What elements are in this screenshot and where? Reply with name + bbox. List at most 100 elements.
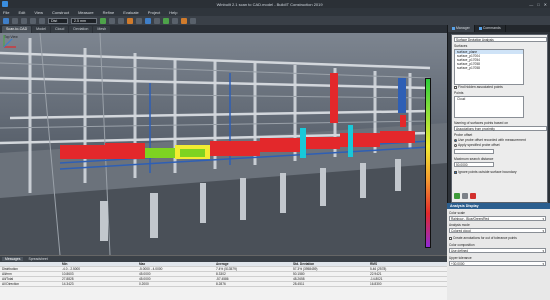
tab-cloud[interactable]: Cloud bbox=[50, 26, 69, 33]
deviation-color-scale bbox=[425, 78, 431, 248]
upper-tolerance-label: Upper tolerance bbox=[449, 256, 472, 260]
maximize-icon[interactable]: □ bbox=[537, 2, 539, 7]
tab-messages[interactable]: Messages bbox=[2, 257, 24, 261]
find-hidden-label: Find hidden associated points bbox=[458, 85, 503, 89]
measure-icon[interactable] bbox=[181, 17, 187, 24]
list-empty-space bbox=[455, 70, 523, 84]
commands-icon bbox=[478, 27, 482, 30]
probe-option-recorded[interactable]: Use probe offset recorded with measureme… bbox=[454, 138, 526, 142]
table-cell: 22.9421 bbox=[370, 272, 382, 276]
table-cell: 8.3302 bbox=[216, 272, 226, 276]
menu-help[interactable]: Help bbox=[169, 10, 177, 15]
tab-spreadsheet[interactable]: Spreadsheet bbox=[25, 257, 50, 261]
new-icon[interactable] bbox=[3, 17, 9, 24]
window-title: Winbuilt 2.1 scan to CAD.model - BuildIT… bbox=[216, 1, 323, 7]
radio-icon[interactable] bbox=[454, 143, 457, 147]
probe-option-specified[interactable]: Apply specified probe offset bbox=[454, 143, 500, 147]
color-scale-select[interactable]: Rainbow - Blue/Green/Red bbox=[449, 216, 546, 221]
section-icon[interactable] bbox=[154, 17, 160, 24]
annotation-checkbox[interactable]: Create annotations for out of tolerance … bbox=[449, 236, 517, 240]
cloud-icon[interactable] bbox=[163, 17, 169, 24]
analysis-mode-label: Analysis mode bbox=[449, 223, 470, 227]
annotation-label: Create annotations for out of tolerance … bbox=[453, 236, 517, 240]
points-list[interactable]: Cloud bbox=[454, 96, 524, 118]
naming-label: Naming of surfaces points based on bbox=[454, 121, 509, 125]
minimize-icon[interactable]: — bbox=[529, 2, 533, 7]
menu-view[interactable]: View bbox=[34, 10, 43, 15]
toolbar: Dist 2.5 mm bbox=[0, 16, 550, 25]
ignore-label: Ignore points outside surface boundary bbox=[458, 170, 517, 174]
table-cell: -57.4586 bbox=[216, 277, 229, 281]
max-distance-input[interactable]: 50.0000 bbox=[454, 162, 494, 167]
column-header bbox=[0, 262, 60, 266]
undo-icon[interactable] bbox=[30, 17, 36, 24]
surfaces-label: Surfaces bbox=[454, 44, 468, 48]
table-cell: 45.0000 bbox=[139, 277, 151, 281]
select-icon[interactable] bbox=[100, 17, 106, 24]
apply-button[interactable] bbox=[462, 193, 468, 199]
save-icon[interactable] bbox=[21, 17, 27, 24]
app-icon bbox=[2, 1, 8, 7]
radio-icon[interactable] bbox=[454, 138, 457, 142]
tab-model[interactable]: Model bbox=[32, 26, 50, 33]
settings-icon[interactable] bbox=[190, 17, 196, 24]
title-bar: Winbuilt 2.1 scan to CAD.model - BuildIT… bbox=[0, 0, 550, 8]
menu-edit[interactable]: Edit bbox=[18, 10, 25, 15]
table-row[interactable]: All Direction 14.3423 0.2000 8.2876 28.4… bbox=[0, 282, 447, 287]
redo-icon[interactable] bbox=[39, 17, 45, 24]
max-distance-label: Maximum search distance bbox=[454, 157, 494, 161]
menu-evaluate[interactable]: Evaluate bbox=[123, 10, 139, 15]
tab-commands[interactable]: Commands bbox=[475, 25, 506, 32]
distance-combo[interactable]: Dist bbox=[48, 17, 68, 24]
close-icon[interactable]: ✕ bbox=[544, 2, 547, 7]
checkbox-icon[interactable] bbox=[454, 85, 457, 89]
command-title-field[interactable]: Surface Deviation Analysis bbox=[454, 37, 547, 42]
zoom-icon[interactable] bbox=[127, 17, 133, 24]
tab-manager[interactable]: Manager bbox=[448, 25, 475, 32]
probe-offset-input[interactable] bbox=[454, 149, 494, 154]
table-cell: 27.8828 bbox=[62, 277, 74, 281]
structure-render bbox=[0, 33, 447, 255]
tab-deviation[interactable]: Deviation bbox=[69, 26, 93, 33]
menu-refine[interactable]: Refine bbox=[103, 10, 115, 15]
3d-viewport[interactable]: Top View bbox=[0, 33, 447, 255]
checkbox-icon[interactable] bbox=[449, 236, 452, 240]
tab-manager-label: Manager bbox=[456, 26, 470, 30]
cancel-button[interactable] bbox=[470, 193, 476, 199]
analysis-mode-select[interactable]: Colored cloud bbox=[449, 228, 546, 233]
menu-project[interactable]: Project bbox=[148, 10, 160, 15]
open-icon[interactable] bbox=[12, 17, 18, 24]
view-icon[interactable] bbox=[145, 17, 151, 24]
tab-mesh[interactable]: Mesh bbox=[93, 26, 111, 33]
column-header: Std. Deviation bbox=[293, 262, 315, 266]
statistics-panel: Messages Spreadsheet Min Max Average Std… bbox=[0, 255, 447, 300]
points-label: Points bbox=[454, 91, 464, 95]
menu-measure[interactable]: Measure bbox=[78, 10, 94, 15]
rotate-icon[interactable] bbox=[118, 17, 124, 24]
naming-select[interactable]: Associations from proximity bbox=[454, 126, 547, 131]
list-item[interactable]: Cloud bbox=[455, 97, 523, 101]
fit-icon[interactable] bbox=[136, 17, 142, 24]
table-cell: 45.0000 bbox=[139, 272, 151, 276]
tab-commands-label: Commands bbox=[482, 26, 501, 30]
table-cell: -14.8021 bbox=[370, 277, 383, 281]
mesh-icon[interactable] bbox=[172, 17, 178, 24]
table-cell: 0.2000 bbox=[139, 282, 149, 286]
color-composition-select[interactable]: Use defined bbox=[449, 248, 546, 253]
option-1-label: Use probe offset recorded with measureme… bbox=[458, 138, 526, 142]
move-icon[interactable] bbox=[109, 17, 115, 24]
ignore-points-checkbox[interactable]: Ignore points outside surface boundary bbox=[454, 170, 517, 174]
table-cell: All Direction bbox=[2, 282, 20, 286]
surfaces-list[interactable]: surface_plane surface_p17004 surface_p17… bbox=[454, 49, 524, 85]
menu-bar: File Edit View Construct Measure Refine … bbox=[0, 8, 550, 16]
table-cell: 10.8603 bbox=[62, 272, 74, 276]
menu-file[interactable]: File bbox=[3, 10, 9, 15]
tab-scan-to-cad[interactable]: Scan-to-CAD bbox=[2, 26, 32, 33]
analysis-display-panel: Color scale Rainbow - Blue/Green/Red Ana… bbox=[447, 209, 550, 300]
ok-button[interactable] bbox=[454, 193, 460, 199]
tolerance-combo[interactable]: 2.5 mm bbox=[71, 17, 97, 24]
checkbox-icon[interactable] bbox=[454, 170, 457, 174]
find-hidden-checkbox[interactable]: Find hidden associated points bbox=[454, 85, 503, 89]
upper-tolerance-input[interactable]: +30.0000 bbox=[449, 261, 546, 266]
menu-construct[interactable]: Construct bbox=[52, 10, 69, 15]
